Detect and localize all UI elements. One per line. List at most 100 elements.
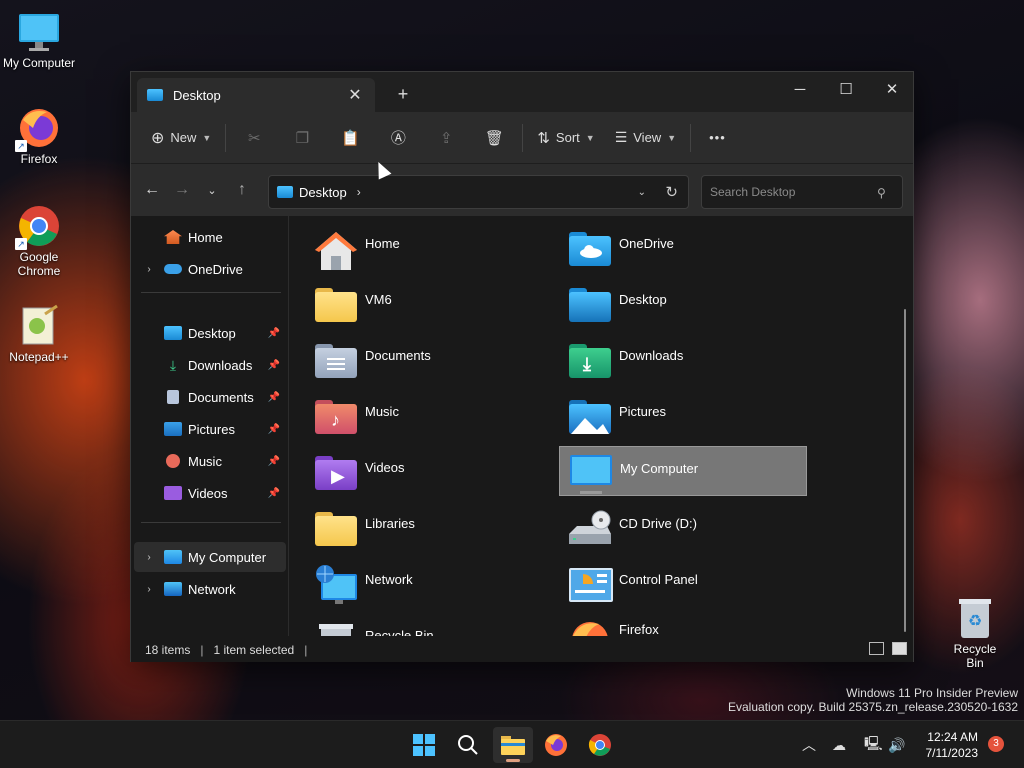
details-view-icon[interactable] (869, 642, 884, 655)
home-icon (313, 228, 359, 270)
list-item[interactable]: ▶ Videos (305, 446, 553, 496)
vertical-scrollbar[interactable] (904, 309, 906, 632)
delete-button[interactable]: 🗑 (470, 122, 518, 154)
recent-locations-chevron-icon[interactable]: ⌄ (197, 184, 227, 197)
list-item[interactable]: Documents (305, 334, 553, 384)
maximize-button[interactable]: ☐ (823, 76, 869, 104)
desktop-icon-chrome[interactable]: ↗ Google Chrome (0, 204, 78, 278)
documents-folder-icon (313, 340, 359, 380)
notification-badge[interactable]: 3 (988, 736, 1004, 752)
expand-chevron-icon[interactable]: › (134, 264, 164, 275)
list-item[interactable]: Firefox (559, 608, 807, 636)
search-input[interactable] (701, 175, 903, 209)
new-tab-button[interactable]: + (393, 84, 413, 105)
start-button[interactable] (404, 727, 444, 763)
breadcrumb-chevron-icon[interactable]: › (357, 185, 361, 199)
file-list: Home OneDrive VM6 Desktop Documents ⤓ Do… (291, 216, 907, 636)
list-item[interactable]: OneDrive (559, 222, 807, 272)
rename-button[interactable]: Ⓐ (374, 122, 422, 154)
minimize-button[interactable]: ─ (777, 76, 823, 104)
copy-button[interactable]: ❐ (278, 122, 326, 154)
show-hidden-icons-button[interactable]: ︿ (802, 721, 816, 768)
list-item[interactable]: ⤓ Downloads (559, 334, 807, 384)
new-button[interactable]: ⊕ New ▼ (143, 122, 221, 154)
pin-icon: 📌 (267, 359, 280, 371)
desktop-icon-notepadpp[interactable]: Notepad++ (0, 304, 78, 364)
cloud-offline-icon: ☁ (832, 736, 846, 753)
chevron-down-icon: ▼ (667, 132, 677, 143)
sidebar-item-documents[interactable]: Documents 📌 (134, 382, 286, 412)
forward-icon[interactable]: → (167, 181, 197, 199)
file-explorer-taskbar-button[interactable] (493, 727, 533, 763)
list-item[interactable]: Desktop (559, 278, 807, 328)
toolbar-divider (522, 123, 524, 152)
tab-desktop[interactable]: Desktop ✕ (137, 78, 375, 112)
search-icon (458, 735, 478, 755)
sidebar-item-my-computer[interactable]: › My Computer (134, 542, 286, 572)
start-icon (413, 734, 435, 756)
list-item[interactable]: VM6 (305, 278, 553, 328)
desktop-icon-firefox[interactable]: ↗ Firefox (0, 106, 78, 166)
share-button[interactable]: ⇪ (422, 122, 470, 154)
address-bar[interactable]: Desktop › ⌄ ↻ (268, 175, 689, 209)
expand-chevron-icon[interactable]: › (134, 552, 164, 563)
list-item[interactable]: Libraries (305, 502, 553, 552)
sort-button[interactable]: ⇅ Sort ▼ (527, 122, 604, 154)
view-button[interactable]: ☰ View ▼ (605, 122, 686, 154)
sidebar-item-network[interactable]: › Network (134, 574, 286, 604)
desktop-icon-my-computer[interactable]: My Computer (0, 10, 78, 70)
sidebar-item-music[interactable]: Music 📌 (134, 446, 286, 476)
cut-button[interactable]: ✂ (230, 122, 278, 154)
sidebar-item-videos[interactable]: Videos 📌 (134, 478, 286, 508)
tab-title: Desktop (173, 87, 221, 103)
address-dropdown-icon[interactable]: ⌄ (638, 187, 646, 198)
list-item[interactable]: Control Panel (559, 558, 807, 608)
share-icon: ⇪ (440, 129, 453, 147)
toolbar-divider (690, 123, 692, 152)
sidebar-divider (141, 292, 281, 293)
paste-button[interactable]: 📋 (326, 122, 374, 154)
clock[interactable]: 12:24 AM 7/11/2023 (912, 729, 979, 761)
expand-chevron-icon[interactable]: › (134, 584, 164, 595)
refresh-icon[interactable]: ↻ (665, 183, 678, 201)
sidebar-item-home[interactable]: Home (134, 222, 286, 252)
sidebar-item-downloads[interactable]: ⤓ Downloads 📌 (134, 350, 286, 380)
volume-tray-button[interactable]: 🔊 (888, 721, 905, 768)
plus-circle-icon: ⊕ (151, 129, 165, 147)
close-tab-icon[interactable]: ✕ (345, 85, 365, 105)
firefox-taskbar-button[interactable] (536, 727, 576, 763)
list-item[interactable]: My Computer (559, 446, 807, 496)
chevron-down-icon: ▼ (202, 132, 212, 143)
pictures-folder-icon (567, 396, 613, 436)
list-item[interactable]: ♪ Music (305, 390, 553, 440)
volume-icon: 🔊 (888, 736, 906, 753)
music-folder-icon: ♪ (313, 396, 359, 436)
documents-icon (167, 390, 179, 404)
view-toggle (869, 642, 907, 655)
toolbar-divider (225, 123, 227, 152)
list-item[interactable]: Pictures (559, 390, 807, 440)
breadcrumb-desktop[interactable]: Desktop (299, 185, 347, 200)
list-item[interactable]: Recycle Bin (305, 614, 553, 636)
command-bar: ⊕ New ▼ ✂ ❐ 📋 Ⓐ ⇪ 🗑 ⇅ Sort ▼ ☰ View ▼ ••… (131, 112, 913, 164)
search-button[interactable] (448, 727, 488, 763)
desktop-icon-recycle-bin[interactable]: ♻ Recycle Bin (944, 596, 1006, 670)
list-item[interactable]: Home (305, 222, 553, 272)
file-explorer-window: Desktop ✕ + ─ ☐ ✕ ⊕ New ▼ ✂ ❐ 📋 Ⓐ ⇪ 🗑 ⇅ … (130, 71, 914, 662)
close-window-button[interactable]: ✕ (869, 76, 915, 104)
address-bar-row: ← → ⌄ ↑ Desktop › ⌄ ↻ ⚲ (131, 164, 913, 216)
view-icon: ☰ (614, 129, 628, 145)
sidebar-item-desktop[interactable]: Desktop 📌 (134, 318, 286, 348)
onedrive-tray-button[interactable]: ☁ (832, 721, 846, 768)
sidebar-item-pictures[interactable]: Pictures 📌 (134, 414, 286, 444)
chrome-taskbar-button[interactable] (580, 727, 620, 763)
network-tray-button[interactable]: 🖳 (864, 721, 883, 768)
more-options-button[interactable]: ••• (695, 122, 740, 154)
up-icon[interactable]: ↑ (227, 181, 257, 199)
sidebar-item-onedrive[interactable]: › OneDrive (134, 254, 286, 284)
list-item[interactable]: CD Drive (D:) (559, 502, 807, 552)
desktop-folder-icon (164, 326, 182, 340)
back-icon[interactable]: ← (137, 181, 167, 199)
large-icons-view-icon[interactable] (892, 642, 907, 655)
list-item[interactable]: Network (305, 558, 553, 608)
